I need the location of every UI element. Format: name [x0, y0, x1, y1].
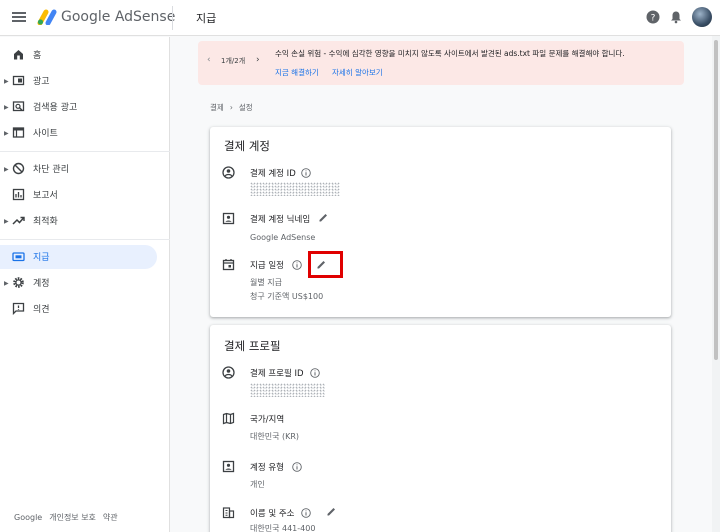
footer-privacy-link[interactable]: 개인정보 보호 [49, 513, 96, 522]
highlight-box [308, 251, 343, 278]
payment-account-card: 결제 계정 결제 계정 ID 결제 계정 닉네임 Google AdSense … [210, 127, 671, 317]
learn-more-link[interactable]: 자세히 알아보기 [332, 67, 383, 78]
calendar-icon [222, 259, 235, 271]
sidebar-item-label: 차단 관리 [33, 165, 69, 175]
adsense-logo-icon [37, 9, 57, 25]
breadcrumb: 결제 › 설정 [210, 102, 253, 113]
expand-arrow-icon[interactable]: ▶ [4, 280, 9, 287]
payment-schedule-label: 지급 일정 [250, 261, 284, 271]
expand-arrow-icon[interactable]: ▶ [4, 166, 9, 173]
name-address-label: 이름 및 주소 [250, 509, 295, 519]
fix-now-link[interactable]: 지금 해결하기 [275, 67, 319, 78]
breadcrumb-separator-icon: › [229, 103, 233, 112]
expand-arrow-icon[interactable]: ▶ [4, 218, 9, 225]
next-alert-icon[interactable]: › [256, 55, 260, 65]
sidebar-item-label: 검색용 광고 [33, 103, 78, 113]
svg-text:?: ? [651, 13, 656, 23]
ads-icon [12, 75, 25, 86]
expand-arrow-icon[interactable]: ▶ [4, 78, 9, 85]
block-icon [12, 162, 25, 175]
payment-schedule-value: 월별 지급 [250, 278, 282, 287]
sidebar-item-home[interactable]: 홈 [0, 43, 157, 67]
footer-terms-link[interactable]: 약관 [103, 513, 118, 522]
sidebar-item-ads[interactable]: ▶ 광고 [0, 69, 157, 93]
home-icon [14, 50, 23, 60]
sidebar-item-blocking-controls[interactable]: ▶ 차단 관리 [0, 157, 157, 181]
scrollbar-thumb[interactable] [714, 40, 718, 360]
profile-id-label: 결제 프로필 ID [250, 369, 304, 379]
alert-message: 수익 손실 위험 - 수익에 심각한 영향을 미치지 않도록 사이트에서 발견된… [275, 49, 625, 58]
account-circle-icon [222, 166, 235, 179]
breadcrumb-payments-link[interactable]: 결제 [210, 103, 224, 112]
info-icon[interactable] [301, 168, 311, 178]
account-type-value: 개인 [250, 480, 265, 489]
sidebar-footer: Google 개인정보 보호 약관 [14, 512, 125, 523]
redacted-profile-id [250, 383, 325, 397]
account-type-label: 계정 유형 [250, 463, 284, 473]
sidebar-item-sites[interactable]: ▶ 사이트 [0, 121, 157, 145]
payments-icon [12, 252, 25, 262]
nickname-value: Google AdSense [250, 233, 316, 242]
sidebar-item-label: 보고서 [33, 191, 58, 201]
page-title: 지급 [196, 12, 217, 25]
menu-icon[interactable] [12, 10, 26, 24]
breadcrumb-current: 설정 [238, 103, 253, 112]
card-title: 결제 프로필 [224, 339, 281, 353]
alert-banner: ‹ 1개/2개 › 수익 손실 위험 - 수익에 심각한 영향을 미치지 않도록… [198, 41, 684, 85]
footer-google-link[interactable]: Google [14, 513, 42, 522]
redacted-account-id [250, 182, 340, 196]
sidebar-item-label: 계정 [33, 279, 50, 289]
payment-profile-card: 결제 프로필 결제 프로필 ID 국가/지역 대한민국 (KR) 계정 유형 개… [210, 325, 671, 532]
account-circle-icon [222, 366, 235, 379]
expand-arrow-icon[interactable]: ▶ [4, 130, 9, 137]
sidebar-item-reports[interactable]: 보고서 [0, 183, 157, 207]
sidebar-item-optimization[interactable]: ▶ 최적화 [0, 209, 157, 233]
sidebar-item-account[interactable]: ▶ 계정 [0, 271, 157, 295]
sidebar-item-feedback[interactable]: 의견 [0, 297, 157, 321]
sidebar-item-label: 사이트 [33, 129, 58, 139]
edit-address-pencil-icon[interactable] [326, 506, 337, 517]
country-label: 국가/지역 [250, 415, 285, 425]
map-icon [222, 412, 235, 425]
top-app-bar: Google AdSense 지급 ? [0, 0, 720, 36]
payment-threshold-value: 청구 기준액 US$100 [250, 292, 324, 301]
country-value: 대한민국 (KR) [250, 432, 300, 441]
sidebar-divider [0, 151, 170, 152]
info-icon[interactable] [292, 260, 302, 270]
sidebar-item-label: 홈 [33, 51, 42, 61]
sidebar-item-label: 의견 [33, 305, 50, 315]
edit-nickname-pencil-icon[interactable] [318, 212, 329, 223]
info-icon[interactable] [292, 462, 302, 472]
info-icon[interactable] [310, 368, 320, 378]
info-icon[interactable] [301, 508, 311, 518]
sidebar-item-label: 지급 [33, 253, 50, 263]
nickname-label: 결제 계정 닉네임 [250, 215, 311, 225]
topbar-divider [172, 6, 173, 30]
help-icon[interactable]: ? [646, 10, 660, 24]
sidebar-item-payments[interactable]: 지급 [0, 245, 157, 269]
alert-pager: 1개/2개 [221, 57, 246, 65]
gear-icon [13, 277, 24, 288]
business-icon [222, 507, 235, 519]
product-name: Google AdSense [61, 9, 176, 25]
expand-arrow-icon[interactable]: ▶ [4, 104, 9, 111]
search-ads-icon [12, 101, 25, 112]
sidebar-item-label: 광고 [33, 77, 50, 87]
notifications-bell-icon[interactable] [669, 10, 683, 24]
account-id-label: 결제 계정 ID [250, 169, 296, 179]
sidebar-item-search-ads[interactable]: ▶ 검색용 광고 [0, 95, 157, 119]
reports-icon [12, 188, 25, 201]
sites-icon [12, 127, 25, 138]
sidebar: 홈 ▶ 광고 ▶ 검색용 광고 ▶ 사이트 ▶ 차단 관리 보고서 ▶ 최적화 … [0, 37, 170, 532]
badge-icon [222, 212, 235, 225]
sidebar-item-label: 최적화 [33, 217, 58, 227]
sidebar-divider [0, 239, 170, 240]
feedback-icon [12, 302, 25, 315]
card-title: 결제 계정 [224, 139, 270, 153]
name-address-value: 대한민국 441-400 [250, 524, 316, 532]
badge-icon [222, 460, 235, 473]
trending-up-icon [12, 216, 25, 225]
avatar[interactable] [692, 7, 712, 27]
previous-alert-icon[interactable]: ‹ [207, 55, 211, 65]
